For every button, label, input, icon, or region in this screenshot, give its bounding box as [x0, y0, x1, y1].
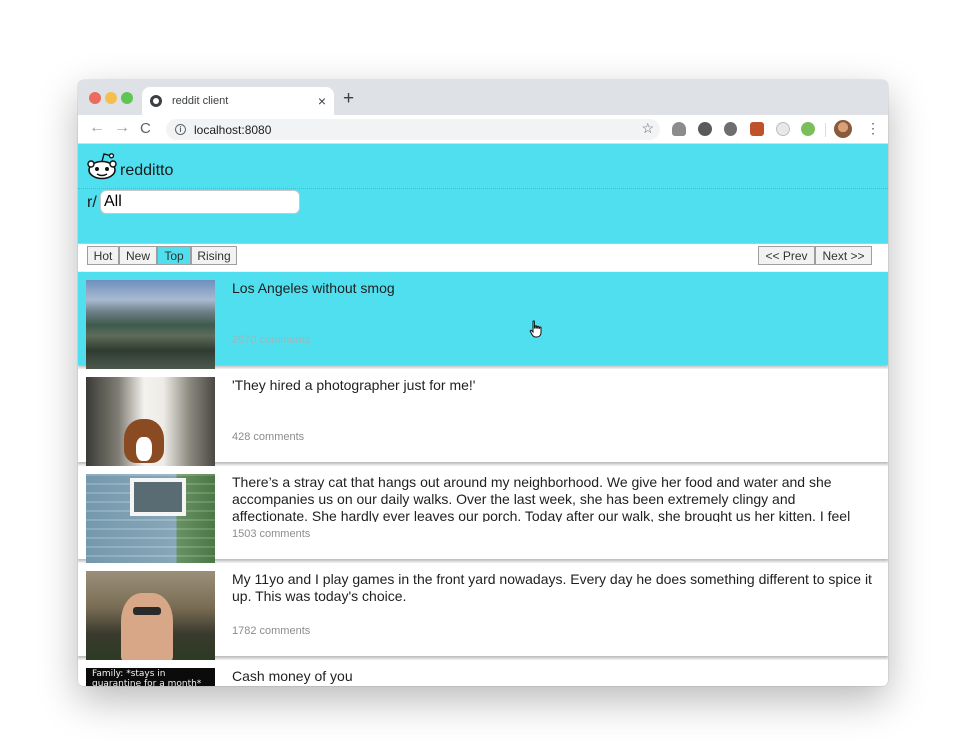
subreddit-prefix: r/	[87, 194, 97, 211]
close-tab-icon[interactable]: ×	[318, 94, 326, 108]
house-window	[130, 478, 186, 516]
prev-page-button[interactable]: << Prev	[758, 246, 815, 265]
minimize-window-button[interactable]	[105, 92, 117, 104]
post-thumbnail[interactable]	[86, 474, 215, 564]
post-title[interactable]: Cash money of you	[232, 668, 872, 686]
post-comments-link[interactable]: 1503 comments	[232, 528, 310, 540]
post-title[interactable]: My 11yo and I play games in the front ya…	[232, 571, 872, 619]
extension-icon[interactable]	[698, 122, 712, 136]
header-divider	[78, 188, 888, 189]
browser-toolbar: ← → C i localhost:8080 ☆ ⋮	[78, 115, 888, 144]
maximize-window-button[interactable]	[121, 92, 133, 104]
browser-window: reddit client × + ← → C i localhost:8080…	[78, 80, 888, 686]
bookmark-star-icon[interactable]: ☆	[641, 120, 654, 137]
post-thumbnail[interactable]: Family: *stays in quarantine for a month…	[86, 668, 215, 686]
post-item[interactable]: Family: *stays in quarantine for a month…	[78, 660, 888, 686]
next-page-button[interactable]: Next >>	[815, 246, 872, 265]
post-item[interactable]: 'They hired a photographer just for me!'…	[78, 369, 888, 467]
post-comments-link[interactable]: 428 comments	[232, 431, 304, 443]
new-tab-button[interactable]: +	[343, 89, 354, 108]
post-comments-link[interactable]: 1782 comments	[232, 625, 310, 637]
subreddit-input[interactable]	[100, 190, 300, 214]
sort-new-button[interactable]: New	[119, 246, 157, 265]
post-title[interactable]: 'They hired a photographer just for me!'	[232, 377, 872, 425]
post-title[interactable]: There’s a stray cat that hangs out aroun…	[232, 474, 872, 522]
reload-button[interactable]: C	[140, 121, 151, 136]
back-button[interactable]: ←	[89, 120, 105, 136]
person-figure	[121, 593, 173, 661]
post-title[interactable]: Los Angeles without smog	[232, 280, 872, 328]
app-header: redditto r/	[78, 144, 888, 243]
node-extension-icon[interactable]	[801, 122, 815, 136]
tab-bar: reddit client × +	[78, 80, 888, 115]
close-window-button[interactable]	[89, 92, 101, 104]
post-thumbnail[interactable]	[86, 280, 215, 370]
sort-bar: Hot New Top Rising << Prev Next >>	[78, 243, 888, 271]
post-comments-link[interactable]: 2970 comments	[232, 334, 310, 346]
forward-button[interactable]: →	[114, 120, 130, 136]
post-thumbnail[interactable]	[86, 377, 215, 467]
post-item[interactable]: Los Angeles without smog 2970 comments	[78, 272, 888, 370]
browser-tab[interactable]: reddit client ×	[142, 87, 334, 115]
address-bar[interactable]: i localhost:8080 ☆	[166, 119, 660, 140]
timer-extension-icon[interactable]	[776, 122, 790, 136]
sort-hot-button[interactable]: Hot	[87, 246, 119, 265]
post-item[interactable]: There’s a stray cat that hangs out aroun…	[78, 466, 888, 564]
extension-icon[interactable]	[750, 122, 764, 136]
page-viewport: redditto r/ Hot New Top Rising << Prev N…	[78, 144, 888, 686]
app-brand: redditto	[120, 162, 174, 179]
info-icon[interactable]: i	[175, 124, 186, 135]
reddit-alien-icon	[87, 153, 117, 180]
meme-caption: Family: *stays in quarantine for a month…	[92, 669, 202, 686]
url-text[interactable]: localhost:8080	[194, 123, 271, 137]
post-item[interactable]: My 11yo and I play games in the front ya…	[78, 563, 888, 661]
sort-top-button[interactable]: Top	[157, 246, 191, 265]
globe-icon	[150, 95, 162, 107]
dog-figure	[124, 419, 164, 463]
tab-title: reddit client	[172, 95, 229, 107]
extension-icon[interactable]	[724, 122, 737, 136]
drive-extension-icon[interactable]	[672, 122, 686, 136]
toolbar-divider	[825, 123, 826, 137]
more-menu-icon[interactable]: ⋮	[866, 121, 880, 135]
sort-rising-button[interactable]: Rising	[191, 246, 237, 265]
post-thumbnail[interactable]	[86, 571, 215, 661]
hand-cursor-icon	[529, 320, 542, 338]
profile-avatar[interactable]	[834, 120, 852, 138]
